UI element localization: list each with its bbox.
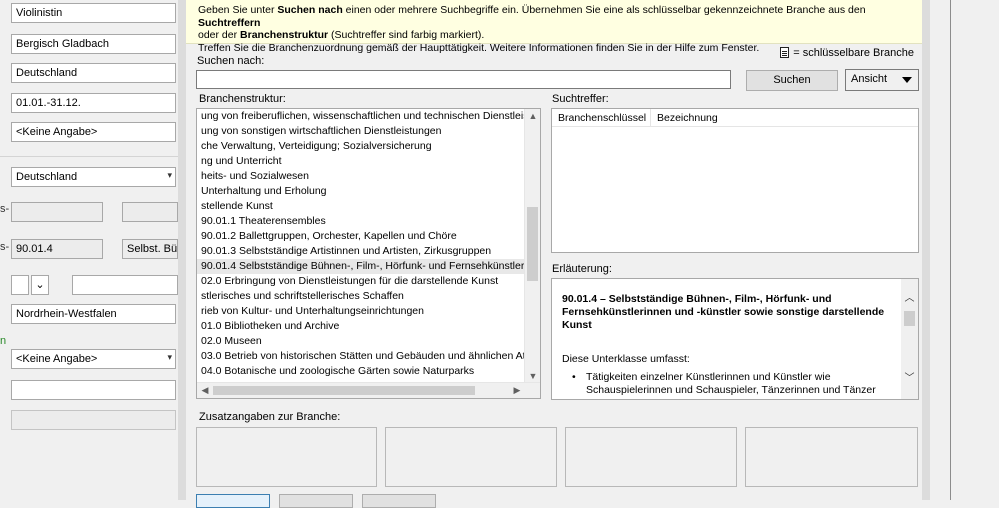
scroll-left-icon[interactable]: ◀ xyxy=(197,383,213,397)
tree-label: Branchenstruktur: xyxy=(199,93,286,105)
tree-item[interactable]: 01.0 Bibliotheken und Archive xyxy=(197,319,525,334)
explanation-bullet-text: Tätigkeiten einzelner Künstlerinnen und … xyxy=(586,371,876,396)
tree-item[interactable]: 02.0 Museen xyxy=(197,334,525,349)
readonly-field-2 xyxy=(122,202,178,222)
scroll-right-icon[interactable]: ▶ xyxy=(509,383,525,397)
additional-info-box-1[interactable] xyxy=(196,427,377,487)
text-field[interactable] xyxy=(72,275,178,295)
dialog-button-2[interactable] xyxy=(279,494,353,508)
bullet-icon: • xyxy=(572,371,576,383)
tree-item[interactable]: 02.0 Erbringung von Dienstleistungen für… xyxy=(197,274,525,289)
tree-item[interactable]: che Verwaltung, Verteidigung; Sozialvers… xyxy=(197,139,525,154)
search-button[interactable]: Suchen xyxy=(746,70,838,91)
additional-info-label: Zusatzangaben zur Branche: xyxy=(199,411,341,423)
state-field[interactable]: Nordrhein-Westfalen xyxy=(11,304,176,324)
tree-item[interactable]: rieb von Kultur- und Unterhaltungseinric… xyxy=(197,304,525,319)
field-label-a: s- xyxy=(0,203,10,215)
legend: = schlüsselbare Branche xyxy=(780,47,914,59)
results-label: Suchtreffer: xyxy=(552,93,609,105)
tree-item[interactable]: ung von freiberuflichen, wissenschaftlic… xyxy=(197,109,525,124)
scrollbar-thumb[interactable] xyxy=(213,386,475,395)
window-edge xyxy=(950,0,951,500)
small-box[interactable] xyxy=(11,275,29,295)
search-input[interactable] xyxy=(196,70,731,89)
explanation-panel: 90.01.4 – Selbstständige Bühnen-, Film-,… xyxy=(551,278,919,400)
empty-field-1[interactable] xyxy=(11,380,176,400)
additional-info-box-2[interactable] xyxy=(385,427,557,487)
chevron-up-icon[interactable]: ︿ xyxy=(904,289,915,304)
search-results-table[interactable]: Branchenschlüssel Bezeichnung xyxy=(551,108,919,253)
tree-item[interactable]: 90.01.1 Theaterensembles xyxy=(197,214,525,229)
results-header: Branchenschlüssel Bezeichnung xyxy=(552,109,918,127)
separator xyxy=(0,156,178,157)
country-field[interactable]: Deutschland xyxy=(11,63,176,83)
dropdown-toggle[interactable]: ⌄ xyxy=(31,275,49,295)
explanation-label: Erläuterung: xyxy=(552,263,612,275)
no-info-select-value: <Keine Angabe> xyxy=(16,353,98,365)
tree-item[interactable]: ung von sonstigen wirtschaftlichen Diens… xyxy=(197,124,525,139)
occupation-field[interactable]: Violinistin xyxy=(11,3,176,23)
legend-text: = schlüsselbare Branche xyxy=(793,47,914,59)
tree-vertical-scrollbar[interactable]: ▲ ▼ xyxy=(524,109,540,383)
additional-info-box-4[interactable] xyxy=(745,427,918,487)
dialog-button-3[interactable] xyxy=(362,494,436,508)
tree-item[interactable]: 90.01.2 Ballettgruppen, Orchester, Kapel… xyxy=(197,229,525,244)
info-banner: Geben Sie unter Suchen nach einen oder m… xyxy=(186,0,922,54)
tree-item[interactable]: heits- und Sozialwesen xyxy=(197,169,525,184)
explanation-content: 90.01.4 – Selbstständige Bühnen-, Film-,… xyxy=(562,293,892,397)
explanation-intro: Diese Unterklasse umfasst: xyxy=(562,353,690,365)
explanation-scrollbar[interactable]: ︿ ﹀ xyxy=(901,279,918,399)
dialog-button-1[interactable] xyxy=(196,494,270,508)
view-button-label: Ansicht xyxy=(851,73,888,85)
right-background xyxy=(930,0,999,500)
scroll-down-icon[interactable]: ▼ xyxy=(525,369,540,383)
scroll-up-icon[interactable]: ▲ xyxy=(525,109,540,123)
tree-item[interactable]: 04.0 Botanische und zoologische Gärten s… xyxy=(197,364,525,379)
explanation-title: 90.01.4 – Selbstständige Bühnen-, Film-,… xyxy=(562,293,885,331)
column-header-branch-key[interactable]: Branchenschlüssel xyxy=(552,109,651,127)
column-header-description[interactable]: Bezeichnung xyxy=(651,109,801,127)
info-line-1: Geben Sie unter Suchen nach einen oder m… xyxy=(198,4,866,29)
period-field[interactable]: 01.01.-31.12. xyxy=(11,93,176,113)
no-info-select-2[interactable]: <Keine Angabe> ▾ xyxy=(11,349,176,369)
tree-item[interactable]: 90.01.4 Selbstständige Bühnen-, Film-, H… xyxy=(197,259,525,274)
additional-info-box-3[interactable] xyxy=(565,427,737,487)
field-label-b: s- xyxy=(0,241,10,253)
branch-text-field: Selbst. Büh xyxy=(122,239,178,259)
info-line-2: oder der Branchenstruktur (Suchtreffer s… xyxy=(198,29,485,41)
tree-item[interactable]: 03.0 Betrieb von historischen Stätten un… xyxy=(197,349,525,364)
document-icon xyxy=(780,47,790,58)
tree-item[interactable]: stlerisches und schriftstellerisches Sch… xyxy=(197,289,525,304)
search-label: Suchen nach: xyxy=(197,55,265,67)
city-field[interactable]: Bergisch Gladbach xyxy=(11,34,176,54)
tree-item[interactable]: stellende Kunst xyxy=(197,199,525,214)
tree-horizontal-scrollbar[interactable]: ◀ ▶ xyxy=(197,382,540,398)
chevron-down-icon: ⌄ xyxy=(35,279,45,291)
country-select-value: Deutschland xyxy=(16,171,78,183)
background-form: Violinistin Bergisch Gladbach Deutschlan… xyxy=(0,0,190,500)
chevron-down-icon: ▾ xyxy=(167,170,172,180)
tree-list[interactable]: ung von freiberuflichen, wissenschaftlic… xyxy=(197,109,525,383)
empty-field-2 xyxy=(11,410,176,430)
explanation-bullet: • Tätigkeiten einzelner Künstlerinnen un… xyxy=(562,371,892,397)
branch-key-field: 90.01.4 xyxy=(11,239,103,259)
field-label-c: n xyxy=(0,335,7,347)
no-info-select-1[interactable]: <Keine Angabe> xyxy=(11,122,176,142)
scrollbar-thumb[interactable] xyxy=(904,311,915,326)
chevron-down-icon[interactable]: ﹀ xyxy=(904,369,915,384)
tree-item[interactable]: Unterhaltung und Erholung xyxy=(197,184,525,199)
branch-selection-dialog: Geben Sie unter Suchen nach einen oder m… xyxy=(178,0,930,508)
branch-tree[interactable]: ung von freiberuflichen, wissenschaftlic… xyxy=(196,108,541,399)
tree-item[interactable]: ng und Unterricht xyxy=(197,154,525,169)
tree-item[interactable]: 90.01.3 Selbstständige Artistinnen und A… xyxy=(197,244,525,259)
dropdown-arrow-icon xyxy=(902,77,912,83)
view-dropdown-button[interactable]: Ansicht xyxy=(845,69,919,91)
country-select[interactable]: Deutschland ▾ xyxy=(11,167,176,187)
scrollbar-thumb[interactable] xyxy=(527,207,538,281)
chevron-down-icon: ▾ xyxy=(167,352,172,362)
readonly-field-1 xyxy=(11,202,103,222)
